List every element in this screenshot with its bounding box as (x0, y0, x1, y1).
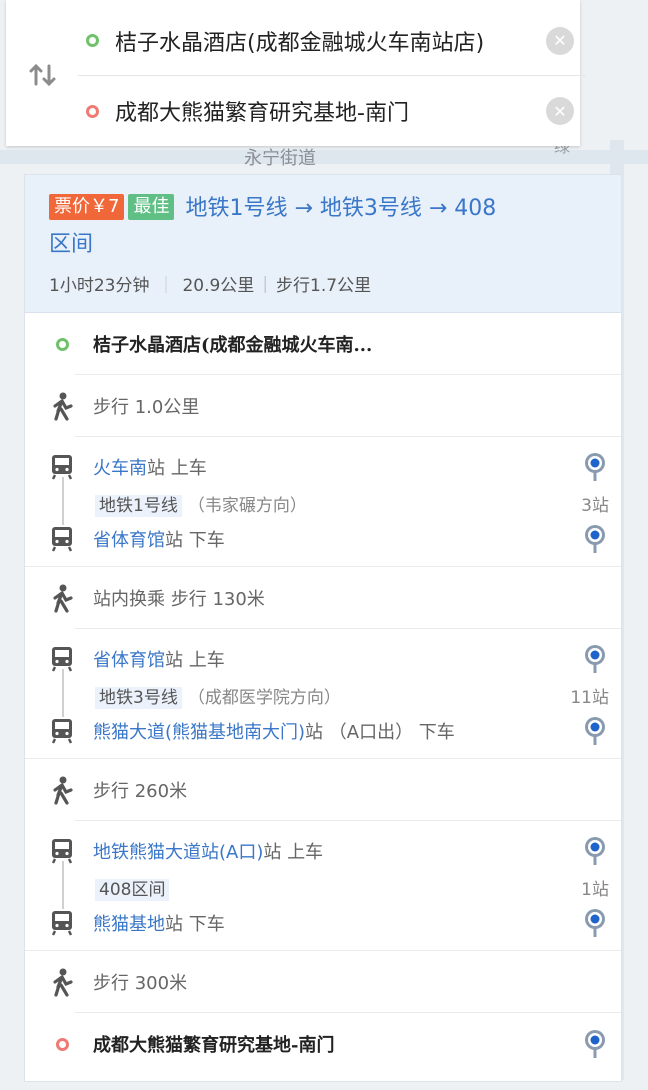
stop-count: 3站 (581, 495, 609, 516)
transit-segment-3[interactable]: 地铁熊猫大道站(A口)站 上车 408区间 1站 熊猫基地站 下车 (25, 821, 621, 951)
route-title: 票价￥7 最佳 地铁1号线 → 地铁3号线 → 408 (49, 191, 607, 227)
alight-station[interactable]: 熊猫基地 (93, 914, 165, 935)
route-title-cont: 区间 (49, 232, 94, 257)
line-info: 408区间 (95, 875, 170, 901)
walk-icon (49, 391, 75, 421)
start-name: 桔子水晶酒店(成都金融城火车南... (93, 335, 373, 356)
bus-icon (49, 908, 75, 938)
walk-icon (49, 967, 75, 997)
origin-dot-icon (86, 34, 99, 47)
route-search-card: 桔子水晶酒店(成都金融城火车南站店) ✕ 成都大熊猫繁育研究基地-南门 ✕ (6, 0, 586, 146)
location-pin-icon[interactable] (583, 1029, 607, 1059)
location-pin-icon[interactable] (583, 836, 607, 866)
step-walk[interactable]: 步行 300米 (25, 951, 621, 1013)
walk-text: 步行 260米 (93, 781, 188, 802)
best-badge: 最佳 (128, 194, 175, 220)
metro-icon (49, 524, 75, 554)
transfer-text: 站内换乘 步行 130米 (93, 589, 265, 610)
map-street-label: 永宁街道 (244, 148, 316, 169)
location-pin-icon[interactable] (583, 908, 607, 938)
end-name: 成都大熊猫繁育研究基地-南门 (93, 1035, 335, 1056)
close-circle-icon: ✕ (553, 101, 567, 121)
walk-icon (49, 775, 75, 805)
line-info: 地铁3号线 （成都医学院方向） (95, 683, 341, 709)
route-distance: 20.9公里 (182, 276, 255, 296)
origin-text[interactable]: 桔子水晶酒店(成都金融城火车南站店) (115, 25, 546, 57)
route-detail-panel: 票价￥7 最佳 地铁1号线 → 地铁3号线 → 408 区间 1小时23分钟 ｜ … (24, 174, 622, 1082)
walk-text: 步行 300米 (93, 973, 188, 994)
location-pin-icon[interactable] (583, 452, 607, 482)
board-station[interactable]: 省体育馆 (93, 650, 165, 671)
clear-destination-button[interactable]: ✕ (546, 97, 574, 125)
route-meta: 1小时23分钟 ｜ 20.9公里 | 步行1.7公里 (49, 271, 607, 297)
step-walk[interactable]: 步行 1.0公里 (25, 375, 621, 437)
bus-icon (49, 836, 75, 866)
price-badge: 票价￥7 (49, 194, 125, 220)
board-info: 地铁熊猫大道站(A口)站 上车 (93, 842, 324, 863)
route-duration: 1小时23分钟 (49, 276, 150, 296)
end-dot-icon (49, 1029, 75, 1059)
destination-field[interactable]: 成都大熊猫繁育研究基地-南门 ✕ (78, 76, 586, 146)
board-station[interactable]: 火车南 (93, 458, 147, 479)
board-station[interactable]: 地铁熊猫大道站(A口) (93, 842, 263, 863)
alight-station[interactable]: 省体育馆 (93, 530, 165, 551)
transit-segment-2[interactable]: 省体育馆站 上车 地铁3号线 （成都医学院方向） 11站 熊猫大道(熊猫基地南大门… (25, 629, 621, 759)
alight-info: 省体育馆站 下车 (93, 530, 225, 551)
location-pin-icon[interactable] (583, 524, 607, 554)
board-info: 火车南站 上车 (93, 458, 207, 479)
transit-segment-1[interactable]: 火车南站 上车 地铁1号线 （韦家碾方向） 3站 省体育馆站 下车 (25, 437, 621, 567)
alight-station[interactable]: 熊猫大道(熊猫基地南大门) (93, 722, 305, 743)
walk-text: 步行 1.0公里 (93, 397, 200, 418)
line-name[interactable]: 地铁3号线 (95, 686, 182, 709)
metro-icon (49, 644, 75, 674)
route-steps: 桔子水晶酒店(成都金融城火车南... 步行 1.0公里 火车南站 上车 地铁1号… (25, 313, 621, 1075)
line-name[interactable]: 地铁1号线 (95, 494, 182, 517)
line-name[interactable]: 408区间 (95, 878, 170, 901)
start-dot-icon (49, 329, 75, 359)
walk-icon (49, 583, 75, 613)
swap-vertical-icon[interactable] (26, 62, 60, 90)
line-info: 地铁1号线 （韦家碾方向） (95, 491, 307, 517)
stop-count: 1站 (581, 879, 609, 900)
metro-icon (49, 716, 75, 746)
close-circle-icon: ✕ (553, 31, 567, 50)
step-walk[interactable]: 步行 260米 (25, 759, 621, 821)
origin-field[interactable]: 桔子水晶酒店(成都金融城火车南站店) ✕ (78, 6, 586, 76)
stop-count: 11站 (570, 687, 609, 708)
destination-dot-icon (86, 104, 99, 118)
location-pin-icon[interactable] (583, 644, 607, 674)
route-walk: 步行1.7公里 (276, 276, 372, 296)
alight-info: 熊猫大道(熊猫基地南大门)站 （A口出） 下车 (93, 722, 455, 743)
step-transfer[interactable]: 站内换乘 步行 130米 (25, 567, 621, 629)
route-summary[interactable]: 票价￥7 最佳 地铁1号线 → 地铁3号线 → 408 区间 1小时23分钟 ｜ … (25, 175, 621, 313)
step-start[interactable]: 桔子水晶酒店(成都金融城火车南... (25, 313, 621, 375)
destination-text[interactable]: 成都大熊猫繁育研究基地-南门 (115, 95, 546, 127)
alight-info: 熊猫基地站 下车 (93, 914, 225, 935)
metro-icon (49, 452, 75, 482)
clear-origin-button[interactable]: ✕ (546, 26, 574, 55)
route-lines: 地铁1号线 → 地铁3号线 → 408 (185, 196, 497, 221)
board-info: 省体育馆站 上车 (93, 650, 225, 671)
step-end[interactable]: 成都大熊猫繁育研究基地-南门 (25, 1013, 621, 1075)
location-pin-icon[interactable] (583, 716, 607, 746)
